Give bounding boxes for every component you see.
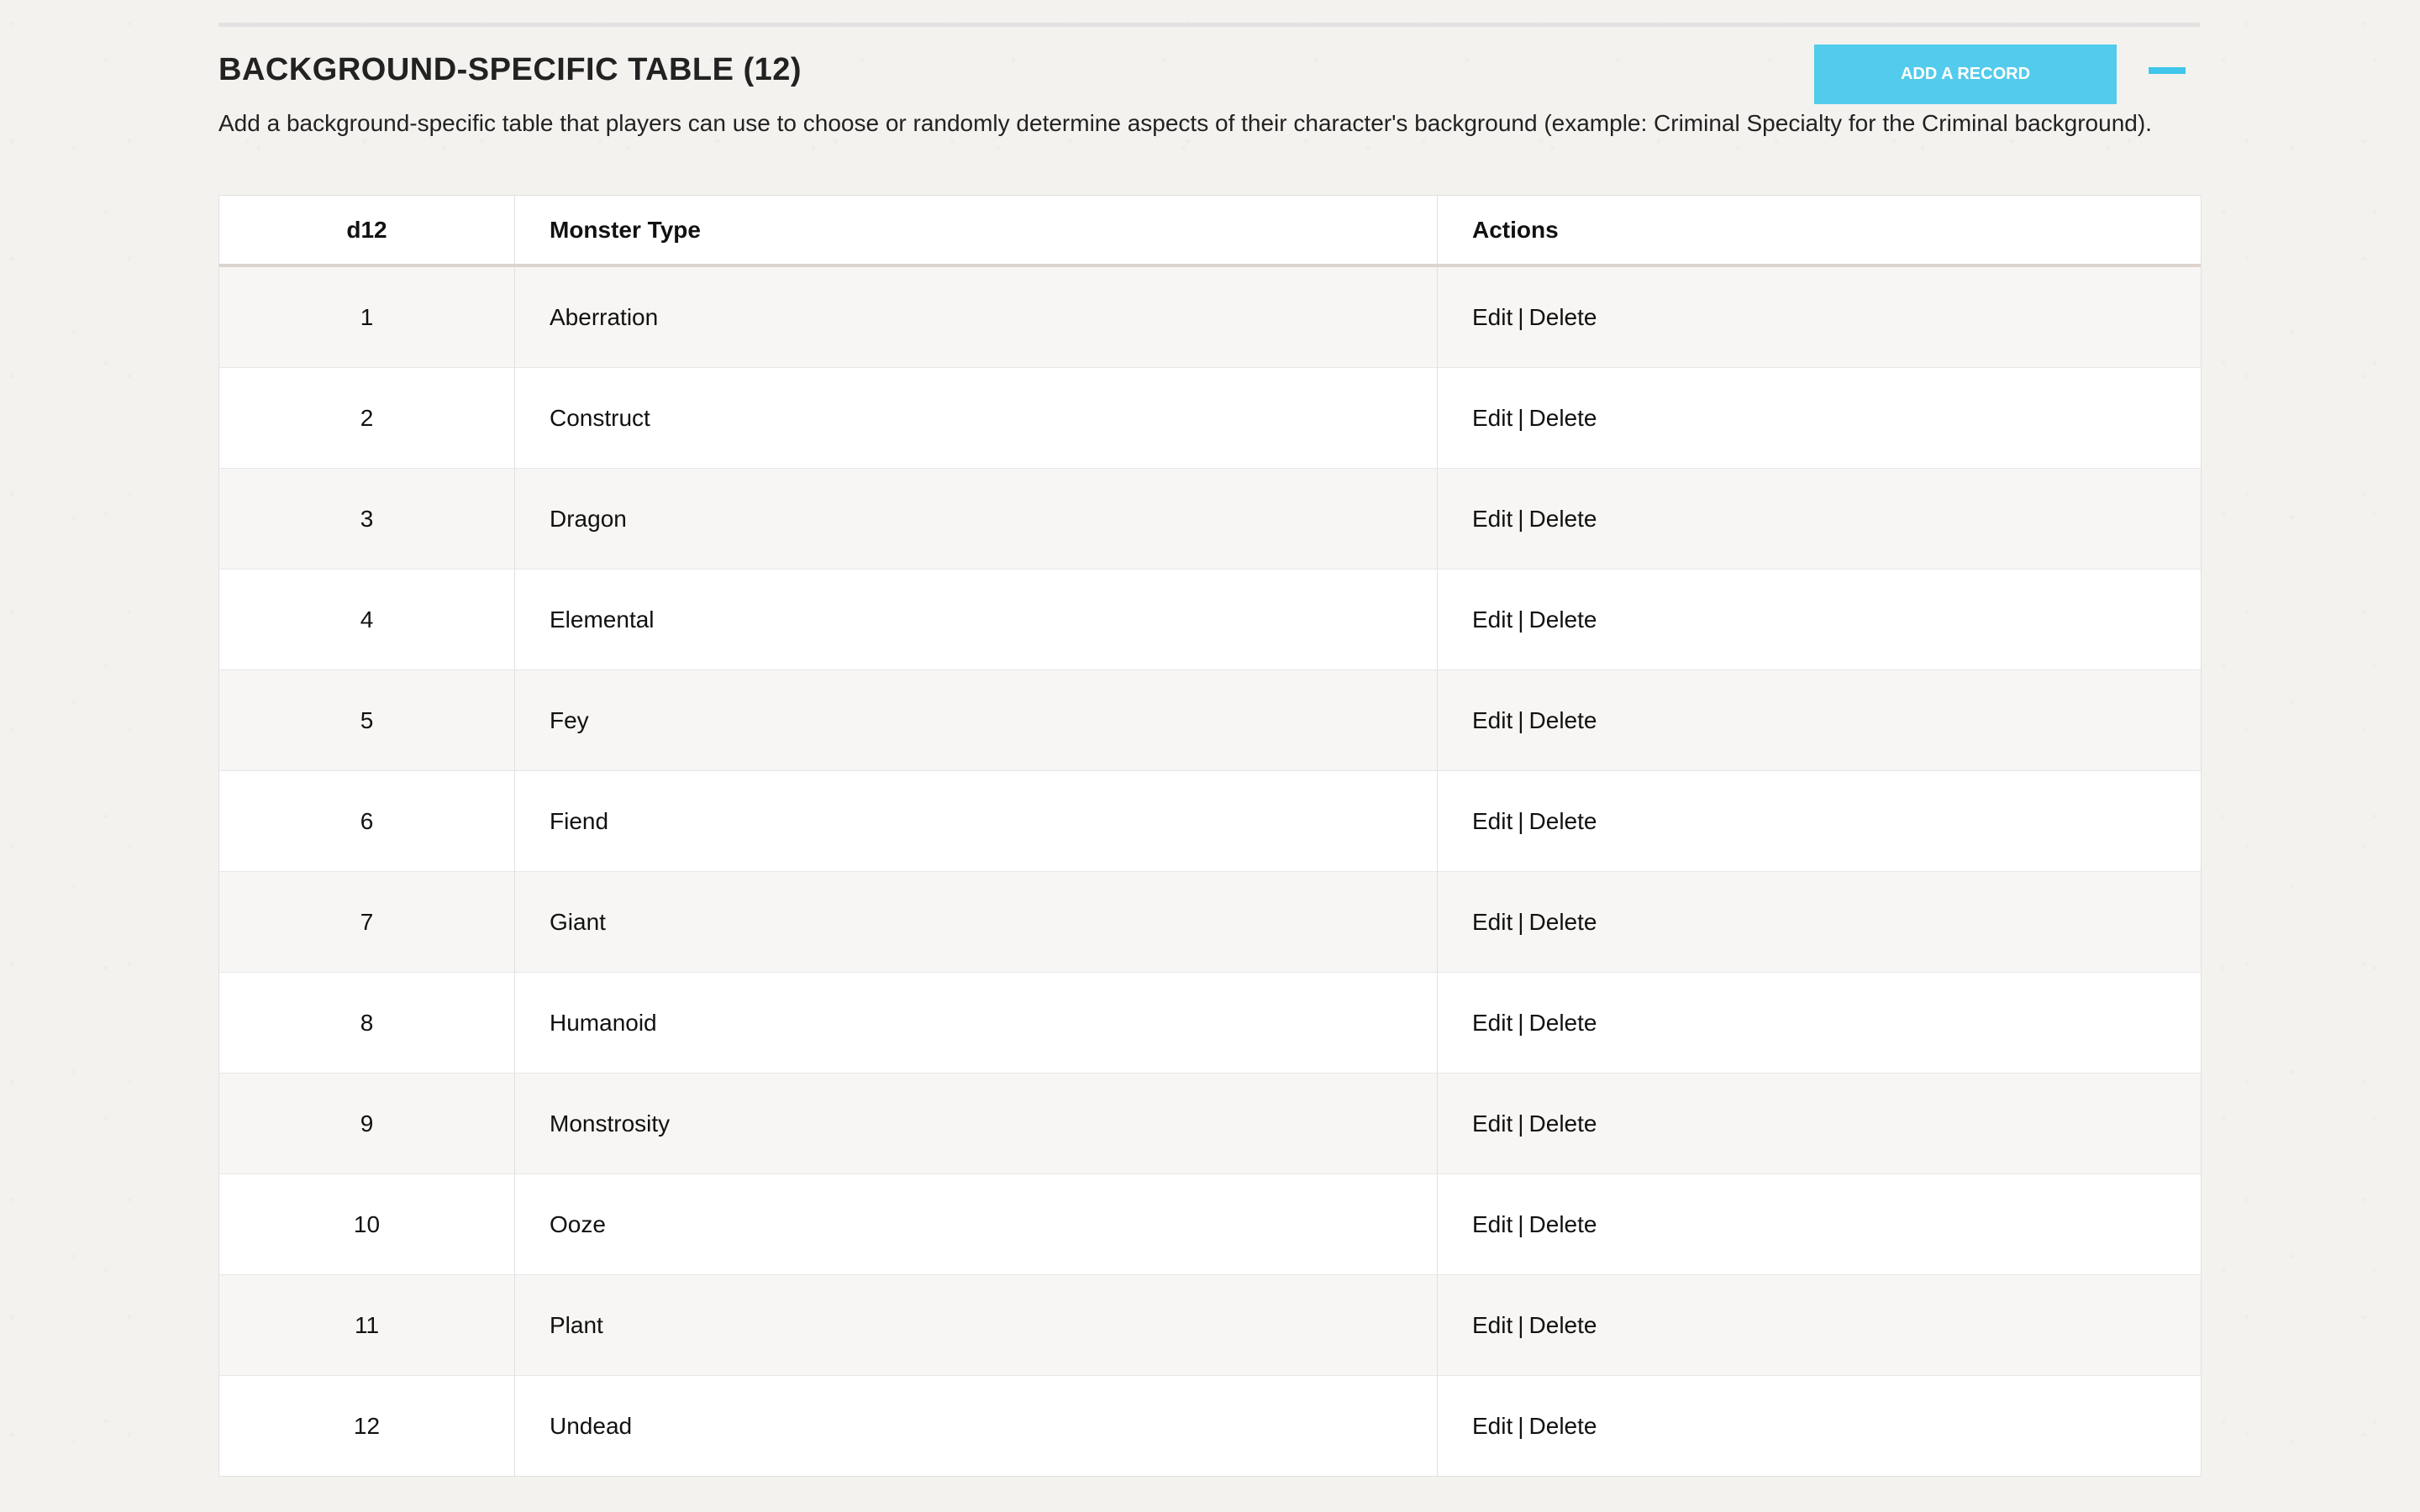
roll-cell: 11	[219, 1274, 515, 1376]
delete-link[interactable]: Delete	[1529, 506, 1597, 532]
roll-cell: 7	[219, 871, 515, 973]
section-description: Add a background-specific table that pla…	[218, 110, 2152, 136]
table-header-row: d12 Monster Type Actions	[219, 196, 2201, 267]
monster-type-cell: Giant	[514, 871, 1438, 973]
actions-cell: Edit | Delete	[1437, 1375, 2201, 1476]
monster-type-cell: Undead	[514, 1375, 1438, 1476]
delete-link[interactable]: Delete	[1529, 1211, 1597, 1237]
edit-link[interactable]: Edit	[1472, 909, 1512, 935]
delete-link[interactable]: Delete	[1529, 606, 1597, 633]
monster-type-cell: Humanoid	[514, 972, 1438, 1074]
monster-type-cell: Construct	[514, 367, 1438, 469]
table-row: 12 Undead Edit | Delete	[219, 1375, 2201, 1476]
table-row: 1 Aberration Edit | Delete	[219, 265, 2201, 368]
edit-link[interactable]: Edit	[1472, 1413, 1512, 1439]
delete-link[interactable]: Delete	[1529, 707, 1597, 733]
delete-link[interactable]: Delete	[1529, 1413, 1597, 1439]
action-separator: |	[1518, 505, 1524, 532]
add-record-button[interactable]: ADD A RECORD	[1814, 45, 2117, 104]
action-separator: |	[1518, 706, 1524, 733]
edit-link[interactable]: Edit	[1472, 304, 1512, 330]
roll-cell: 5	[219, 669, 515, 771]
delete-link[interactable]: Delete	[1529, 1312, 1597, 1338]
actions-cell: Edit | Delete	[1437, 1274, 2201, 1376]
table-row: 2 Construct Edit | Delete	[219, 367, 2201, 469]
section-title: BACKGROUND-SPECIFIC TABLE (12)	[218, 52, 802, 87]
edit-link[interactable]: Edit	[1472, 707, 1512, 733]
delete-link[interactable]: Delete	[1529, 808, 1597, 834]
table-row: 8 Humanoid Edit | Delete	[219, 972, 2201, 1074]
edit-link[interactable]: Edit	[1472, 1010, 1512, 1036]
roll-cell: 1	[219, 265, 515, 368]
roll-cell: 2	[219, 367, 515, 469]
header-monster-type: Monster Type	[514, 196, 1438, 267]
edit-link[interactable]: Edit	[1472, 1110, 1512, 1137]
monster-type-cell: Plant	[514, 1274, 1438, 1376]
table-row: 5 Fey Edit | Delete	[219, 669, 2201, 771]
actions-cell: Edit | Delete	[1437, 1073, 2201, 1174]
records-table: d12 Monster Type Actions 1 Aberration Ed…	[219, 196, 2201, 1476]
edit-link[interactable]: Edit	[1472, 1312, 1512, 1338]
roll-cell: 8	[219, 972, 515, 1074]
roll-cell: 10	[219, 1173, 515, 1275]
action-separator: |	[1518, 908, 1524, 935]
table-row: 7 Giant Edit | Delete	[219, 871, 2201, 973]
action-separator: |	[1518, 1110, 1524, 1137]
background-table-section: BACKGROUND-SPECIFIC TABLE (12) Add a bac…	[218, 23, 2202, 1477]
records-table-container: d12 Monster Type Actions 1 Aberration Ed…	[218, 195, 2202, 1477]
action-separator: |	[1518, 303, 1524, 330]
monster-type-cell: Dragon	[514, 468, 1438, 570]
roll-cell: 6	[219, 770, 515, 872]
monster-type-cell: Aberration	[514, 265, 1438, 368]
delete-link[interactable]: Delete	[1529, 909, 1597, 935]
action-separator: |	[1518, 404, 1524, 431]
action-separator: |	[1518, 1210, 1524, 1237]
actions-cell: Edit | Delete	[1437, 871, 2201, 973]
table-row: 10 Ooze Edit | Delete	[219, 1173, 2201, 1275]
edit-link[interactable]: Edit	[1472, 808, 1512, 834]
edit-link[interactable]: Edit	[1472, 606, 1512, 633]
roll-cell: 4	[219, 569, 515, 670]
edit-link[interactable]: Edit	[1472, 1211, 1512, 1237]
actions-cell: Edit | Delete	[1437, 468, 2201, 570]
monster-type-cell: Ooze	[514, 1173, 1438, 1275]
table-row: 11 Plant Edit | Delete	[219, 1274, 2201, 1376]
section-divider	[218, 23, 2200, 27]
monster-type-cell: Elemental	[514, 569, 1438, 670]
actions-cell: Edit | Delete	[1437, 972, 2201, 1074]
actions-cell: Edit | Delete	[1437, 770, 2201, 872]
table-row: 4 Elemental Edit | Delete	[219, 569, 2201, 670]
roll-cell: 3	[219, 468, 515, 570]
actions-cell: Edit | Delete	[1437, 669, 2201, 771]
monster-type-cell: Monstrosity	[514, 1073, 1438, 1174]
monster-type-cell: Fey	[514, 669, 1438, 771]
header-d12: d12	[219, 196, 515, 267]
actions-cell: Edit | Delete	[1437, 1173, 2201, 1275]
table-row: 9 Monstrosity Edit | Delete	[219, 1073, 2201, 1174]
roll-cell: 9	[219, 1073, 515, 1174]
table-row: 6 Fiend Edit | Delete	[219, 770, 2201, 872]
roll-cell: 12	[219, 1375, 515, 1476]
action-separator: |	[1518, 807, 1524, 834]
edit-link[interactable]: Edit	[1472, 405, 1512, 431]
actions-cell: Edit | Delete	[1437, 265, 2201, 368]
table-row: 3 Dragon Edit | Delete	[219, 468, 2201, 570]
delete-link[interactable]: Delete	[1529, 1110, 1597, 1137]
action-separator: |	[1518, 1311, 1524, 1338]
action-separator: |	[1518, 606, 1524, 633]
minus-icon[interactable]	[2149, 67, 2186, 74]
edit-link[interactable]: Edit	[1472, 506, 1512, 532]
action-separator: |	[1518, 1412, 1524, 1439]
delete-link[interactable]: Delete	[1529, 405, 1597, 431]
header-actions: Actions	[1437, 196, 2201, 267]
monster-type-cell: Fiend	[514, 770, 1438, 872]
actions-cell: Edit | Delete	[1437, 367, 2201, 469]
actions-cell: Edit | Delete	[1437, 569, 2201, 670]
action-separator: |	[1518, 1009, 1524, 1036]
delete-link[interactable]: Delete	[1529, 304, 1597, 330]
delete-link[interactable]: Delete	[1529, 1010, 1597, 1036]
